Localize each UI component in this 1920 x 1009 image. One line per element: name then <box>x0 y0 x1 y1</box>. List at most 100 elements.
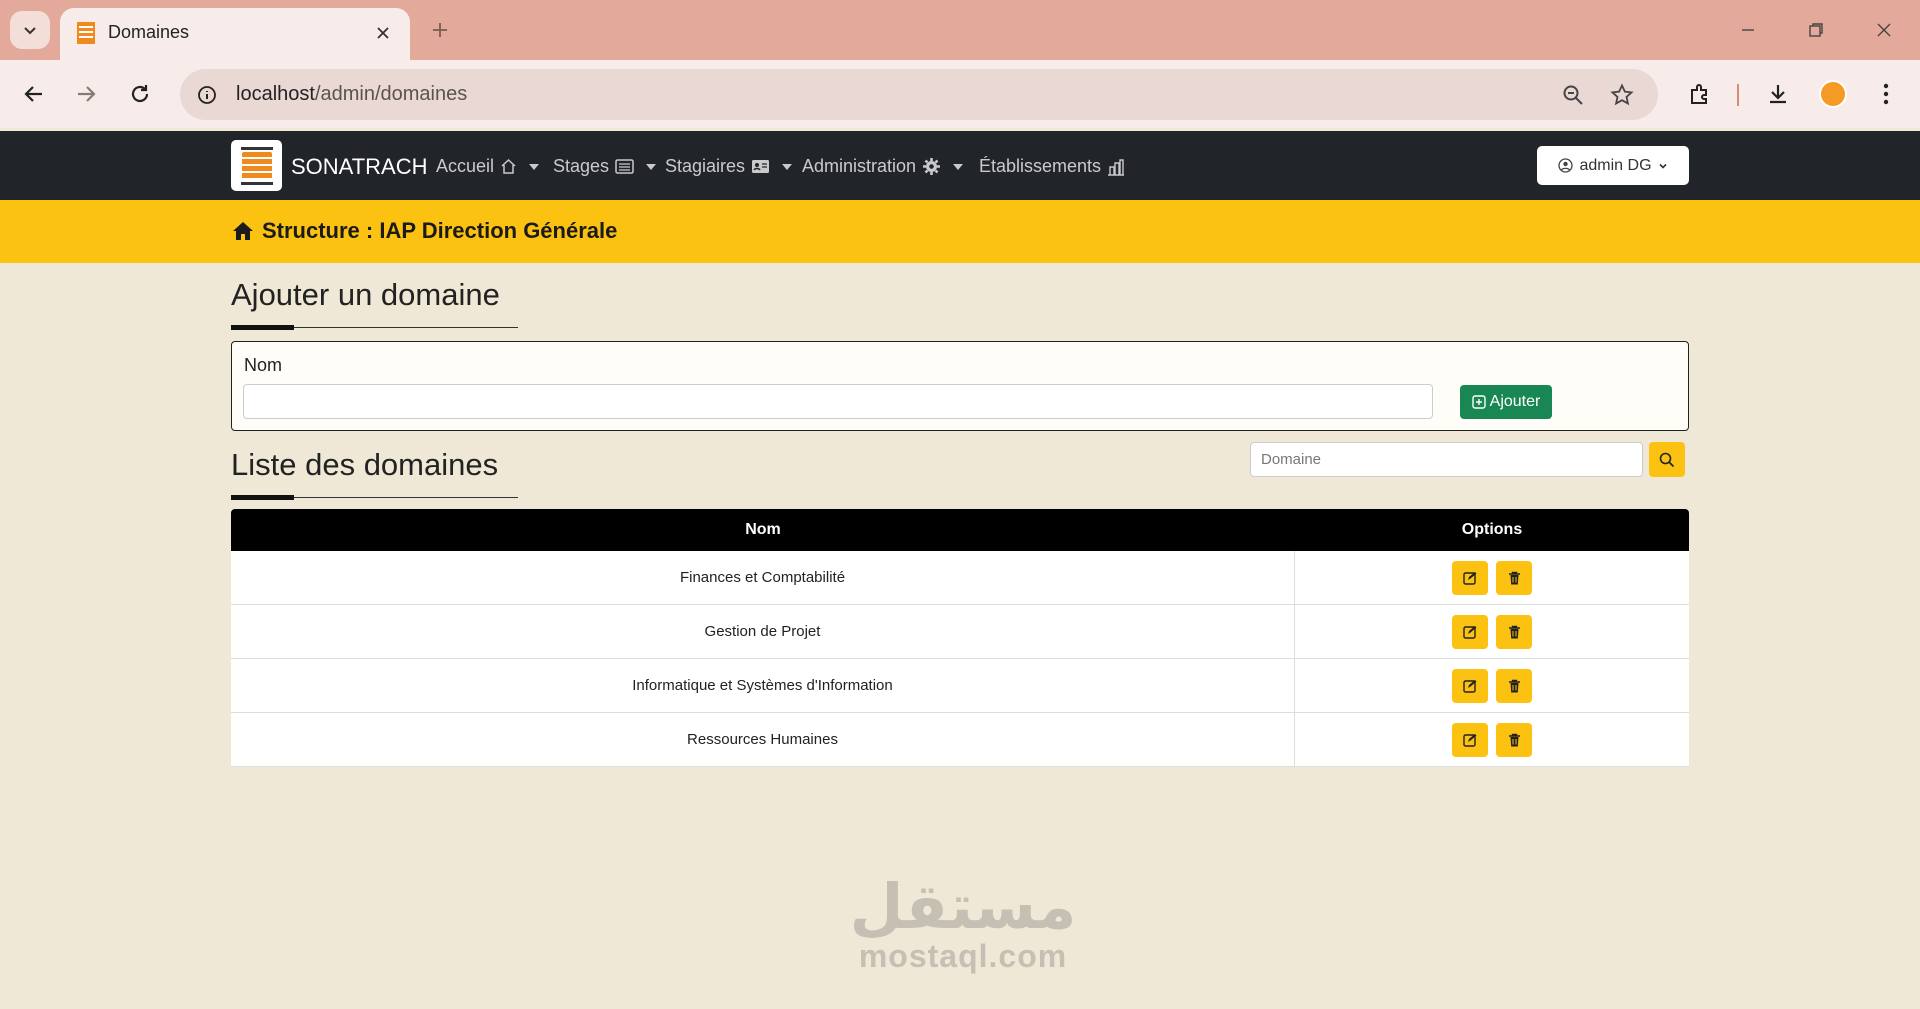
user-name: admin DG <box>1579 156 1652 174</box>
nav-item-label: Établissements <box>979 156 1102 176</box>
edit-button[interactable] <box>1452 560 1488 595</box>
edit-icon <box>1463 571 1477 585</box>
reload-icon <box>131 85 149 103</box>
list-domains-title: Liste des domaines <box>231 447 499 482</box>
delete-button[interactable] <box>1496 560 1532 595</box>
plus-icon <box>433 23 447 37</box>
arrow-right-icon <box>78 86 96 102</box>
info-icon <box>198 86 216 104</box>
add-domain-title: Ajouter un domaine <box>231 277 500 312</box>
watermark: مستقل mostaql.com <box>843 876 1083 975</box>
search-icon <box>1659 452 1675 467</box>
close-icon <box>377 27 389 39</box>
title-underline <box>231 495 518 500</box>
delete-button[interactable] <box>1496 614 1532 649</box>
new-tab-button[interactable] <box>424 14 456 46</box>
table-body: Finances et Comptabilité Gestion de Proje… <box>231 551 1689 767</box>
structure-banner: Structure : IAP Direction Générale <box>0 200 1920 263</box>
id-card-icon <box>752 160 770 173</box>
toolbar-divider <box>1737 84 1739 106</box>
building-icon <box>1108 158 1125 176</box>
url-path: /admin/domaines <box>314 83 468 105</box>
zoom-icon <box>1563 85 1583 105</box>
search-button[interactable] <box>1649 442 1685 477</box>
downloads-button[interactable] <box>1758 74 1798 114</box>
watermark-latin: mostaql.com <box>858 938 1068 974</box>
domain-name-cell: Ressources Humaines <box>231 713 1295 766</box>
back-button[interactable] <box>14 74 54 114</box>
edit-icon <box>1463 733 1477 747</box>
delete-button[interactable] <box>1496 668 1532 703</box>
plus-square-icon <box>1471 395 1486 409</box>
restore-icon <box>1809 23 1823 37</box>
home-icon <box>501 158 516 174</box>
sonatrach-logo[interactable] <box>231 140 282 191</box>
bookmark-button[interactable] <box>1604 77 1640 113</box>
window-close-button[interactable] <box>1862 12 1906 48</box>
window-restore-button[interactable] <box>1794 12 1838 48</box>
chevron-down-icon <box>1658 163 1667 169</box>
user-circle-icon <box>1558 158 1574 173</box>
tab-search-button[interactable] <box>10 11 50 49</box>
title-underline <box>231 325 518 330</box>
ajouter-button[interactable]: Ajouter <box>1460 385 1552 419</box>
domain-name-cell: Finances et Comptabilité <box>231 551 1295 604</box>
edit-button[interactable] <box>1452 722 1488 757</box>
options-cell <box>1295 605 1689 658</box>
dropdown-caret-icon <box>782 163 793 170</box>
delete-button[interactable] <box>1496 722 1532 757</box>
domain-name-cell: Gestion de Projet <box>231 605 1295 658</box>
zoom-button[interactable] <box>1555 77 1591 113</box>
nom-input[interactable] <box>243 384 1433 419</box>
browser-tab-bar: Domaines <box>0 0 1920 60</box>
tab-close-button[interactable] <box>370 20 396 46</box>
trash-icon <box>1508 571 1520 584</box>
browser-menu-button[interactable] <box>1866 74 1906 114</box>
address-bar[interactable]: localhost/admin/domaines <box>180 69 1658 120</box>
options-cell <box>1295 551 1689 604</box>
arrow-left-icon <box>24 86 42 102</box>
trash-icon <box>1508 679 1520 692</box>
add-domain-form: Nom Ajouter <box>231 341 1689 431</box>
chevron-down-icon <box>24 27 36 35</box>
edit-button[interactable] <box>1452 668 1488 703</box>
options-cell <box>1295 713 1689 766</box>
list-icon <box>615 159 634 174</box>
nav-stages[interactable]: Stages <box>553 156 657 177</box>
forward-button[interactable] <box>66 74 106 114</box>
edit-button[interactable] <box>1452 614 1488 649</box>
star-icon <box>1610 83 1634 106</box>
reload-button[interactable] <box>120 74 160 114</box>
nav-accueil[interactable]: Accueil <box>436 156 540 177</box>
structure-title-text: Structure : IAP Direction Générale <box>262 218 618 243</box>
trash-icon <box>1508 625 1520 638</box>
browser-tab-active[interactable]: Domaines <box>60 8 410 60</box>
dropdown-caret-icon <box>646 163 657 170</box>
table-row: Informatique et Systèmes d'Information <box>231 659 1689 713</box>
minimize-icon <box>1742 29 1754 31</box>
user-menu-button[interactable]: admin DG <box>1537 146 1689 185</box>
nav-item-label: Stagiaires <box>665 156 746 176</box>
nav-item-label: Administration <box>802 156 917 176</box>
nav-item-label: Stages <box>553 156 610 176</box>
nav-stagiaires[interactable]: Stagiaires <box>665 156 793 177</box>
ajouter-button-label: Ajouter <box>1489 393 1541 410</box>
profile-avatar[interactable] <box>1819 80 1847 108</box>
url-text[interactable]: localhost/admin/domaines <box>236 83 467 106</box>
brand-name[interactable]: SONATRACH <box>291 154 428 180</box>
logo-emblem <box>241 151 272 180</box>
nav-etablissements[interactable]: Établissements <box>979 156 1125 177</box>
site-info-button[interactable] <box>190 78 224 112</box>
extensions-button[interactable] <box>1680 74 1720 114</box>
edit-icon <box>1463 625 1477 639</box>
table-row: Gestion de Projet <box>231 605 1689 659</box>
window-minimize-button[interactable] <box>1726 12 1770 48</box>
nav-administration[interactable]: Administration <box>802 156 964 177</box>
domain-search-input[interactable]: Domaine <box>1250 442 1643 477</box>
table-row: Ressources Humaines <box>231 713 1689 767</box>
column-header-options: Options <box>1461 521 1523 538</box>
table-header: Nom Options <box>231 509 1689 551</box>
puzzle-icon <box>1691 84 1707 104</box>
more-vertical-icon <box>1883 83 1889 105</box>
options-cell <box>1295 659 1689 712</box>
